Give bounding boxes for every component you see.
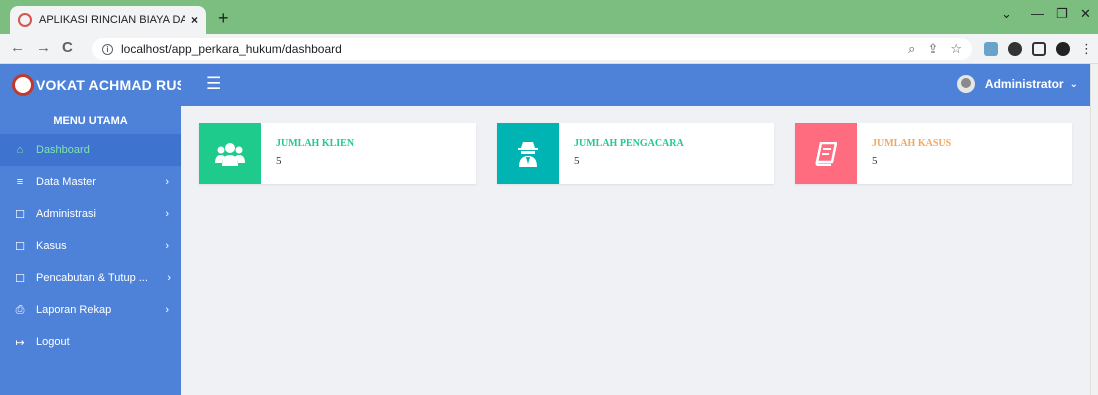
sidebar-item-label: Laporan Rekap: [36, 304, 112, 316]
sidebar-item-label: Logout: [36, 336, 70, 348]
tab-title: APLIKASI RINCIAN BIAYA DAN AL: [39, 14, 185, 26]
back-icon[interactable]: ←: [10, 40, 25, 56]
site-info-icon[interactable]: i: [102, 43, 113, 55]
sidebar: MENU UTAMA ⌂ Dashboard ≡ Data Master › ☐…: [0, 106, 181, 395]
chevron-right-icon: ›: [165, 176, 169, 188]
chevron-right-icon: ›: [165, 304, 169, 316]
sidebar-item-dashboard[interactable]: ⌂ Dashboard: [0, 134, 181, 166]
extension-icon[interactable]: [984, 42, 998, 56]
card-value: 5: [276, 155, 282, 167]
browser-menu-icon[interactable]: ⋮: [1080, 42, 1093, 56]
sidebar-item-logout[interactable]: ↦ Logout: [0, 326, 181, 358]
side-panel-icon[interactable]: [1032, 42, 1046, 56]
menu-toggle-icon[interactable]: ☰: [206, 74, 221, 94]
stat-card-klien[interactable]: JUMLAH KLIEN 5: [199, 123, 476, 184]
users-icon: [199, 123, 261, 184]
home-icon: ⌂: [16, 144, 24, 156]
app-header: VOKAT ACHMAD RUSI ☰ Administrator ⌄: [0, 64, 1090, 106]
profile-icon[interactable]: [1056, 42, 1070, 56]
avatar: [956, 75, 975, 93]
sidebar-item-kasus[interactable]: ☐ Kasus ›: [0, 230, 181, 262]
sidebar-item-data-master[interactable]: ≡ Data Master ›: [0, 166, 181, 198]
sidebar-item-laporan-rekap[interactable]: ⎙ Laporan Rekap ›: [0, 294, 181, 326]
user-name: Administrator: [984, 77, 1064, 91]
chevron-right-icon: ›: [165, 240, 169, 252]
square-icon: ☐: [15, 208, 25, 221]
sidebar-item-label: Pencabutan & Tutup ...: [36, 272, 148, 284]
brand[interactable]: VOKAT ACHMAD RUSI: [0, 64, 181, 106]
sidebar-item-label: Dashboard: [36, 144, 90, 156]
detective-icon: [497, 123, 559, 184]
brand-text: VOKAT ACHMAD RUSI: [36, 77, 181, 93]
browser-toolbar: ← → C i localhost/app_perkara_hukum/dash…: [0, 34, 1098, 64]
logout-icon: ↦: [15, 336, 25, 349]
chevron-right-icon: ›: [167, 272, 171, 284]
minimize-icon[interactable]: —: [1031, 6, 1044, 21]
main-content: JUMLAH KLIEN 5 JUMLAH PENGACARA 5 JUMLAH…: [181, 106, 1090, 395]
window-close-icon[interactable]: ✕: [1080, 6, 1091, 22]
card-title: JUMLAH KASUS: [872, 138, 952, 149]
favicon-icon: [18, 13, 32, 27]
sidebar-item-label: Kasus: [36, 240, 67, 252]
sidebar-item-administrasi[interactable]: ☐ Administrasi ›: [0, 198, 181, 230]
card-title: JUMLAH KLIEN: [276, 138, 355, 149]
logo-icon: [12, 74, 34, 96]
restore-icon[interactable]: ❐: [1056, 6, 1068, 22]
sidebar-item-pencabutan[interactable]: ☐ Pencabutan & Tutup ... ›: [0, 262, 181, 294]
tab-search-icon[interactable]: ⌄: [1001, 6, 1012, 22]
extensions-puzzle-icon[interactable]: [1008, 42, 1022, 56]
printer-icon: ⎙: [15, 303, 25, 316]
sidebar-item-label: Administrasi: [36, 208, 96, 220]
user-menu[interactable]: Administrator ⌄: [956, 75, 1078, 93]
bookmark-star-icon[interactable]: ☆: [950, 41, 962, 57]
chevron-right-icon: ›: [165, 208, 169, 220]
share-icon[interactable]: ⇪: [927, 41, 938, 57]
list-icon: ≡: [16, 176, 24, 188]
stat-card-kasus[interactable]: JUMLAH KASUS 5: [795, 123, 1072, 184]
book-icon: [795, 123, 857, 184]
card-value: 5: [574, 155, 580, 167]
square-icon: ☐: [15, 272, 25, 285]
card-value: 5: [872, 155, 878, 167]
sidebar-heading: MENU UTAMA: [53, 115, 128, 127]
square-icon: ☐: [15, 240, 25, 253]
card-title: JUMLAH PENGACARA: [574, 138, 684, 149]
sidebar-item-label: Data Master: [36, 176, 96, 188]
forward-icon[interactable]: →: [36, 40, 51, 56]
chevron-down-icon: ⌄: [1069, 78, 1078, 90]
tab-close-icon[interactable]: ×: [191, 13, 198, 27]
page-scrollbar[interactable]: [1090, 64, 1098, 395]
stat-card-pengacara[interactable]: JUMLAH PENGACARA 5: [497, 123, 774, 184]
zoom-icon[interactable]: ⌕: [908, 41, 915, 57]
reload-icon[interactable]: C: [62, 40, 73, 56]
address-bar[interactable]: i localhost/app_perkara_hukum/dashboard …: [92, 38, 972, 60]
browser-tab[interactable]: APLIKASI RINCIAN BIAYA DAN AL ×: [10, 6, 206, 34]
app-window: APLIKASI RINCIAN BIAYA DAN AL × + ⌄ — ❐ …: [0, 0, 1098, 395]
browser-tabstrip: APLIKASI RINCIAN BIAYA DAN AL × + ⌄ — ❐ …: [0, 0, 1098, 34]
url-text: localhost/app_perkara_hukum/dashboard: [121, 42, 342, 56]
new-tab-icon[interactable]: +: [218, 9, 229, 27]
